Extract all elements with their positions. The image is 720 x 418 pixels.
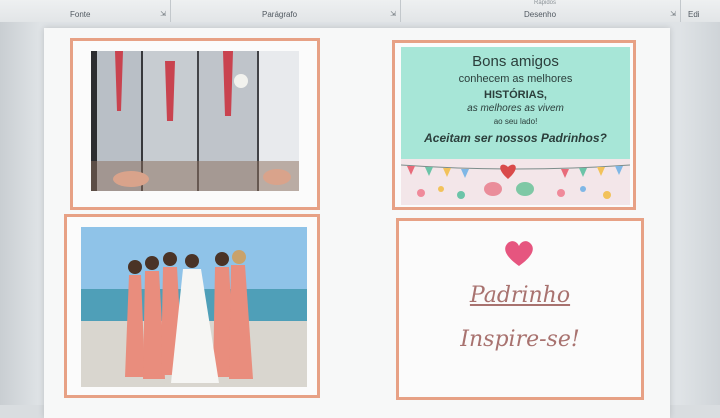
heart-icon bbox=[505, 241, 533, 266]
invite-line-6: Aceitam ser nossos Padrinhos? bbox=[424, 131, 607, 145]
groomsmen-photo bbox=[91, 51, 299, 191]
ribbon-group-paragraph: Parágrafo ⇲ bbox=[170, 0, 401, 22]
ribbon-group-drawing: Rápidos Desenho ⇲ bbox=[400, 0, 681, 22]
ribbon-group-font-label: Fonte bbox=[70, 10, 91, 19]
document-canvas[interactable]: Bons amigos conhecem as melhores HISTÓRI… bbox=[0, 22, 720, 418]
ribbon-group-drawing-label: Desenho bbox=[524, 10, 557, 19]
invite-card[interactable]: Bons amigos conhecem as melhores HISTÓRI… bbox=[392, 40, 636, 210]
invite-line-1: Bons amigos bbox=[472, 53, 559, 70]
invite-line-4: as melhores as vivem bbox=[467, 103, 564, 114]
title-card[interactable]: Padrinho Inspire-se! bbox=[396, 218, 644, 400]
bridesmaids-illustration bbox=[81, 227, 307, 387]
invite-line-2: conhecem as melhores bbox=[458, 73, 573, 85]
invite-panel: Bons amigos conhecem as melhores HISTÓRI… bbox=[401, 47, 630, 205]
title-padrinho: Padrinho bbox=[469, 283, 571, 308]
groomsmen-photo-card[interactable] bbox=[70, 38, 320, 210]
bunting-decoration bbox=[401, 159, 630, 205]
subtitle-inspire: Inspire-se! bbox=[460, 327, 580, 352]
bridesmaids-photo-card[interactable] bbox=[64, 214, 320, 398]
ribbon-group-paragraph-label: Parágrafo bbox=[262, 10, 298, 19]
dialog-launcher-icon[interactable]: ⇲ bbox=[160, 10, 166, 18]
ribbon-group-editing: Edi bbox=[680, 0, 720, 22]
invite-line-3: HISTÓRIAS, bbox=[484, 89, 547, 101]
dialog-launcher-icon[interactable]: ⇲ bbox=[670, 10, 676, 18]
quick-styles-label[interactable]: Rápidos bbox=[534, 0, 556, 6]
invite-line-5: ao seu lado! bbox=[493, 117, 538, 126]
slide-page[interactable]: Bons amigos conhecem as melhores HISTÓRI… bbox=[44, 28, 670, 418]
ribbon-group-font: Fonte ⇲ bbox=[0, 0, 171, 22]
bridesmaids-photo bbox=[81, 227, 307, 387]
ribbon-group-editing-label: Edi bbox=[688, 10, 700, 19]
dialog-launcher-icon[interactable]: ⇲ bbox=[390, 10, 396, 18]
ribbon: Fonte ⇲ Parágrafo ⇲ Rápidos Desenho ⇲ Ed… bbox=[0, 0, 720, 23]
groomsmen-illustration bbox=[91, 51, 299, 191]
